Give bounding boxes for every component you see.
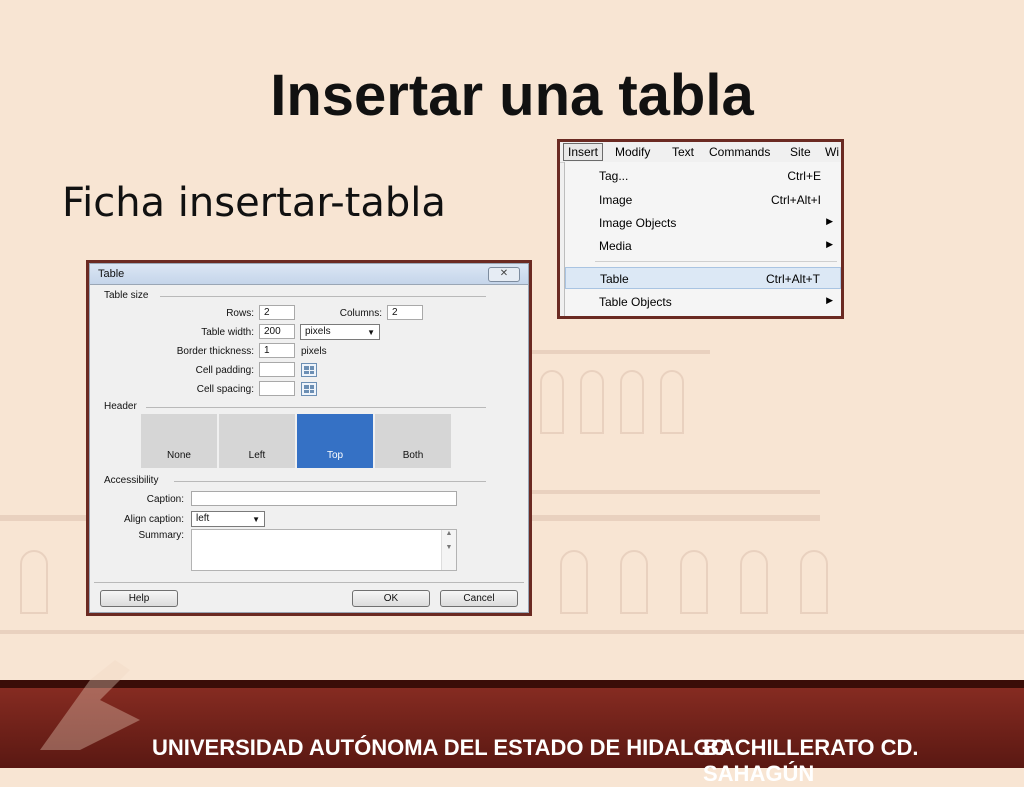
insert-menu-frame: Insert Modify Text Commands Site Wi Tag.… — [557, 139, 844, 319]
dancer-logo-icon — [40, 660, 140, 750]
menubar: Insert Modify Text Commands Site Wi — [560, 142, 841, 163]
align-caption-select[interactable]: left ▼ — [191, 511, 265, 527]
divider — [146, 407, 486, 408]
table-width-field[interactable]: 200 — [259, 324, 295, 339]
menu-text[interactable]: Text — [672, 145, 694, 159]
header-option-both[interactable]: Both — [375, 414, 451, 468]
menu-item-shortcut: Ctrl+E — [787, 169, 821, 183]
submenu-arrow-icon: ▶ — [826, 295, 833, 305]
menu-separator — [595, 261, 837, 262]
border-thickness-label: Border thickness: — [176, 346, 254, 357]
menu-item-media[interactable]: Media ▶ — [565, 235, 841, 257]
menu-item-label: Image — [599, 193, 633, 207]
menu-item-table-objects[interactable]: Table Objects ▶ — [565, 291, 841, 313]
summary-label: Summary: — [138, 530, 184, 541]
menu-item-label: Image Objects — [599, 216, 677, 230]
cell-padding-label: Cell padding: — [195, 365, 254, 376]
caption-field[interactable] — [191, 491, 457, 506]
menu-item-label: Table Objects — [599, 295, 672, 309]
menu-item-shortcut: Ctrl+Alt+T — [765, 272, 820, 286]
cell-padding-icon — [301, 363, 317, 377]
align-caption-label: Align caption: — [123, 514, 184, 525]
columns-field[interactable]: 2 — [387, 305, 423, 320]
menu-modify[interactable]: Modify — [615, 145, 650, 159]
menu-item-image-objects[interactable]: Image Objects ▶ — [565, 212, 841, 234]
columns-label: Columns: — [339, 308, 382, 319]
divider — [160, 296, 486, 297]
slide-subtitle: Ficha insertar-tabla — [62, 180, 446, 226]
section-table-size: Table size — [104, 290, 149, 301]
help-button[interactable]: Help — [100, 590, 178, 607]
menu-item-image[interactable]: Image Ctrl+Alt+I — [565, 189, 841, 211]
align-caption-value: left — [196, 513, 210, 524]
border-unit-label: pixels — [301, 346, 327, 357]
menu-item-table[interactable]: Table Ctrl+Alt+T — [565, 267, 841, 289]
divider — [94, 582, 524, 583]
insert-menu: Insert Modify Text Commands Site Wi Tag.… — [560, 142, 841, 316]
table-dialog-frame: Table ✕ Table size Rows: 2 Columns: 2 Ta… — [86, 260, 532, 616]
submenu-arrow-icon: ▶ — [826, 216, 833, 226]
dialog-titlebar: Table ✕ — [90, 264, 528, 285]
menu-item-shortcut: Ctrl+Alt+I — [770, 193, 821, 207]
chevron-down-icon: ▼ — [252, 515, 260, 524]
menu-item-label: Media — [599, 239, 632, 253]
insert-dropdown: Tag... Ctrl+E Image Ctrl+Alt+I Image Obj… — [564, 162, 841, 316]
scrollbar[interactable]: ▲ ▼ — [441, 530, 456, 570]
menu-item-label: Table — [600, 272, 629, 286]
menu-commands[interactable]: Commands — [709, 145, 770, 159]
submenu-arrow-icon: ▶ — [826, 239, 833, 249]
rows-field[interactable]: 2 — [259, 305, 295, 320]
header-option-none[interactable]: None — [141, 414, 217, 468]
menu-item-label: Tag... — [599, 169, 629, 183]
header-option-top[interactable]: Top — [297, 414, 373, 468]
menu-site[interactable]: Site — [790, 145, 811, 159]
close-icon[interactable]: ✕ — [488, 267, 520, 282]
slide-title: Insertar una tabla — [270, 63, 754, 128]
rows-label: Rows: — [226, 308, 254, 319]
header-option-left[interactable]: Left — [219, 414, 295, 468]
caption-label: Caption: — [146, 494, 184, 505]
footer-campus: BACHILLERATO CD. SAHAGÚN — [703, 735, 919, 786]
border-thickness-field[interactable]: 1 — [259, 343, 295, 358]
table-width-label: Table width: — [201, 327, 254, 338]
cancel-button[interactable]: Cancel — [440, 590, 518, 607]
cell-spacing-icon — [301, 382, 317, 396]
chevron-down-icon: ▼ — [367, 328, 375, 337]
cell-spacing-field[interactable] — [259, 381, 295, 396]
menu-item-tag[interactable]: Tag... Ctrl+E — [565, 165, 841, 187]
section-accessibility: Accessibility — [104, 475, 159, 486]
cell-spacing-label: Cell spacing: — [196, 384, 254, 395]
section-header: Header — [104, 401, 137, 412]
menu-insert[interactable]: Insert — [563, 143, 604, 161]
width-unit-value: pixels — [305, 326, 331, 337]
summary-textarea[interactable]: ▲ ▼ — [191, 529, 457, 571]
divider — [174, 481, 486, 482]
width-unit-select[interactable]: pixels ▼ — [300, 324, 380, 340]
footer-university: UNIVERSIDAD AUTÓNOMA DEL ESTADO DE HIDAL… — [152, 735, 728, 760]
cell-padding-field[interactable] — [259, 362, 295, 377]
dialog-title: Table — [98, 268, 125, 280]
ok-button[interactable]: OK — [352, 590, 430, 607]
table-dialog: Table ✕ Table size Rows: 2 Columns: 2 Ta… — [89, 263, 529, 613]
menu-window[interactable]: Wi — [825, 145, 839, 159]
